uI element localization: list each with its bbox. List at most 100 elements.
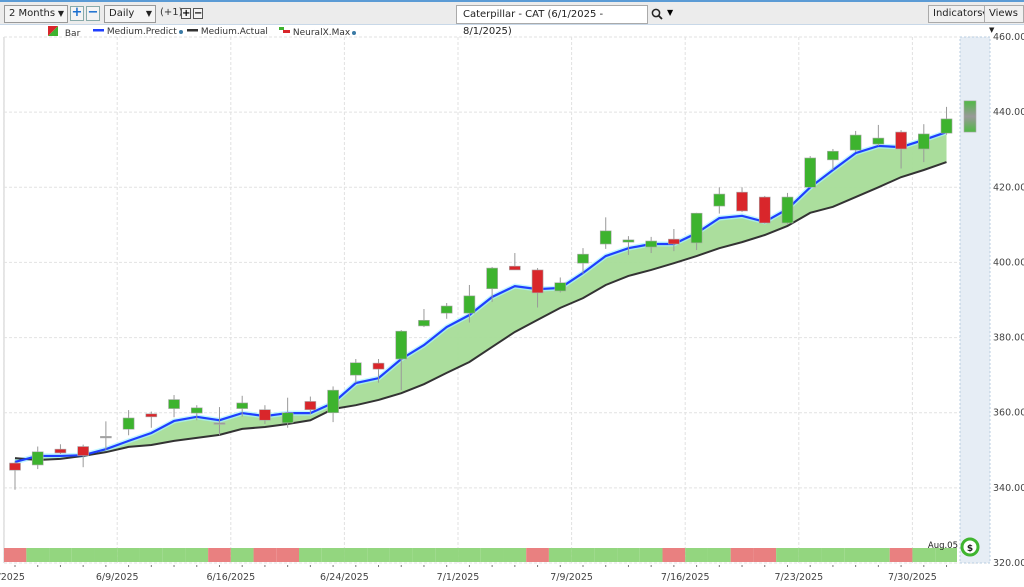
candle-body (713, 193, 726, 207)
candle-body (577, 253, 589, 264)
candle-body (77, 446, 89, 456)
neural-signal-segment (798, 548, 822, 562)
bar-legend-icon (48, 26, 58, 36)
candle-body (236, 402, 248, 409)
candle-body (509, 265, 521, 271)
candle-body (917, 133, 930, 150)
neural-signal-segment (276, 548, 299, 562)
dollar-icon-text: $ (967, 544, 973, 554)
candle-body (418, 319, 430, 327)
legend-bar-label: Bar (64, 29, 81, 39)
neural-signal-segment (776, 548, 799, 562)
neural-signal-segment (185, 548, 209, 562)
neural-signal-segment (321, 548, 345, 562)
neural-signal-segment (4, 548, 27, 562)
candle-body (895, 131, 907, 150)
candle-body (668, 238, 680, 245)
neural-signal-segment (867, 548, 890, 562)
neural-signal-segment (594, 548, 618, 562)
actual-line-icon (187, 29, 198, 32)
neural-signal-segment (503, 548, 527, 562)
legend-actual[interactable]: Medium.Actual (187, 26, 268, 37)
neural-signal-segment (435, 548, 459, 562)
candle-body (213, 422, 226, 425)
candle-body (781, 196, 794, 224)
neural-signal-segment (821, 548, 845, 562)
candle-body (531, 269, 544, 294)
neural-signal-segment (367, 548, 390, 562)
candle-body (259, 409, 271, 421)
candle-body (9, 462, 21, 471)
neural-signal-segment (707, 548, 731, 562)
candle-body (281, 412, 294, 424)
candle-body (100, 436, 112, 439)
neural-signal-segment (526, 548, 549, 562)
candle-body (122, 417, 135, 430)
y-tick-label: 460.00 (993, 32, 1024, 43)
neural-signal-segment (208, 548, 231, 562)
neural-signal-segment (26, 548, 50, 562)
x-tick-label: 7/16/2025 (661, 572, 710, 583)
candle-body (440, 305, 453, 314)
neural-signal-segment (412, 548, 436, 562)
candle-body (54, 448, 67, 454)
neural-signal-segment (389, 548, 413, 562)
x-tick-label: 7/9/2025 (550, 572, 593, 583)
neural-signal-segment (639, 548, 663, 562)
neural-signal-segment (139, 548, 163, 562)
legend-neural[interactable]: NeuralX.Max (279, 26, 357, 38)
candle-body (31, 451, 44, 466)
y-tick-label: 440.00 (993, 107, 1024, 118)
candle-body (872, 137, 885, 145)
neural-signal-segment (685, 548, 708, 562)
candle-body (168, 399, 180, 409)
neural-signal-icon (279, 27, 290, 33)
neural-signal-segment (117, 548, 140, 562)
candle-body (463, 295, 476, 314)
legend-predict-label: Medium.Predict (106, 27, 177, 37)
legend-actual-label: Medium.Actual (200, 27, 268, 37)
candle-body (736, 191, 748, 212)
candle-body (622, 239, 635, 243)
legend-bar[interactable]: Bar (48, 26, 80, 39)
neural-signal-segment (230, 548, 254, 562)
candle-body (599, 230, 612, 245)
x-tick-label: 7/23/2025 (774, 572, 823, 583)
neural-signal-segment (844, 548, 867, 562)
y-tick-label: 420.00 (993, 182, 1024, 193)
candle-body (372, 362, 385, 370)
x-tick-label: 6/16/2025 (206, 572, 255, 583)
candle-body (827, 150, 839, 161)
x-tick-label: 7/30/2025 (888, 572, 937, 583)
neural-signal-segment (344, 548, 368, 562)
settings-dot-icon[interactable] (178, 30, 183, 34)
neural-signal-segment (71, 548, 95, 562)
y-tick-label: 340.00 (993, 483, 1024, 494)
neural-signal-segment (49, 548, 72, 562)
y-tick-label: 400.00 (993, 257, 1024, 268)
candle-body (690, 212, 703, 244)
y-tick-label: 380.00 (993, 333, 1024, 344)
x-tick-label: 6/2/2025 (0, 572, 25, 583)
neural-signal-segment (480, 548, 504, 562)
candle-body (804, 157, 817, 188)
y-tick-label: 360.00 (993, 408, 1024, 419)
neural-signal-segment (548, 548, 572, 562)
settings-dot-icon[interactable] (352, 31, 357, 35)
forecast-bar (963, 100, 977, 133)
neural-signal-segment (253, 548, 277, 562)
candle-body (758, 196, 771, 224)
x-tick-label: 7/1/2025 (437, 572, 480, 583)
legend-predict[interactable]: Medium.Predict (93, 26, 183, 37)
candle-body (645, 240, 657, 248)
price-chart[interactable]: 460.00 440.00 420.00 400.00 380.00 360.00 340.… (0, 0, 1024, 587)
candle-body (304, 401, 317, 411)
neural-signal-segment (730, 548, 754, 562)
x-tick-label: 6/24/2025 (320, 572, 369, 583)
neural-signal-segment (889, 548, 913, 562)
candle-body (486, 267, 498, 290)
predict-line-icon (93, 29, 104, 32)
neural-signal-segment (162, 548, 186, 562)
dollar-signal-icon[interactable]: $ (960, 537, 980, 557)
neural-signal-segment (662, 548, 686, 562)
